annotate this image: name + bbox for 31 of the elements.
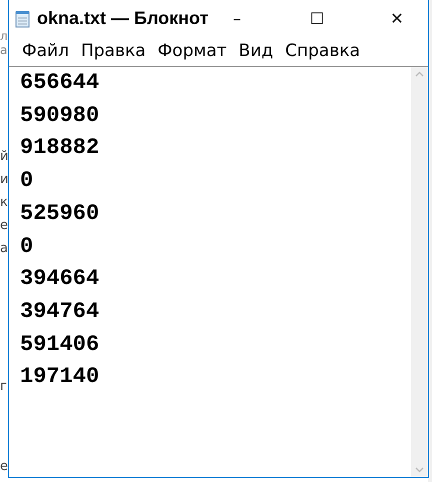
text-line: 0 <box>20 232 34 261</box>
maximize-button[interactable]: ☐ <box>294 4 340 34</box>
text-line: 394764 <box>20 298 100 326</box>
text-line: 525960 <box>20 200 100 228</box>
scroll-down-icon[interactable] <box>415 467 424 473</box>
notepad-icon <box>15 10 31 28</box>
menu-item[interactable]: Файл <box>17 38 76 64</box>
window-title: okna.txt — Блокнот <box>37 7 208 30</box>
scroll-up-icon[interactable] <box>415 71 424 77</box>
text-line: 656644 <box>20 69 100 97</box>
menu-item[interactable]: Правка <box>76 38 153 64</box>
close-button[interactable]: ✕ <box>374 4 420 34</box>
text-line: 590980 <box>20 102 100 130</box>
background-text: л <box>0 30 8 42</box>
background-text: к <box>0 196 8 209</box>
background-text: й <box>0 150 8 163</box>
background-text: а <box>0 242 8 255</box>
background-text: и <box>0 173 8 186</box>
background-text: г <box>0 380 7 393</box>
background-text: а <box>0 44 8 56</box>
text-line: 591406 <box>20 330 100 359</box>
text-line: 0 <box>20 167 34 196</box>
text-line: 918882 <box>20 134 100 162</box>
background-text: е <box>0 219 8 232</box>
menu-item[interactable]: Вид <box>234 38 280 64</box>
text-line: 394664 <box>20 265 100 294</box>
background-text: е <box>0 460 8 473</box>
text-line: 197140 <box>20 363 100 392</box>
menu-item[interactable]: Формат <box>152 38 234 64</box>
menu-item[interactable]: Справка <box>280 38 368 64</box>
minimize-button[interactable]: – <box>214 4 260 34</box>
